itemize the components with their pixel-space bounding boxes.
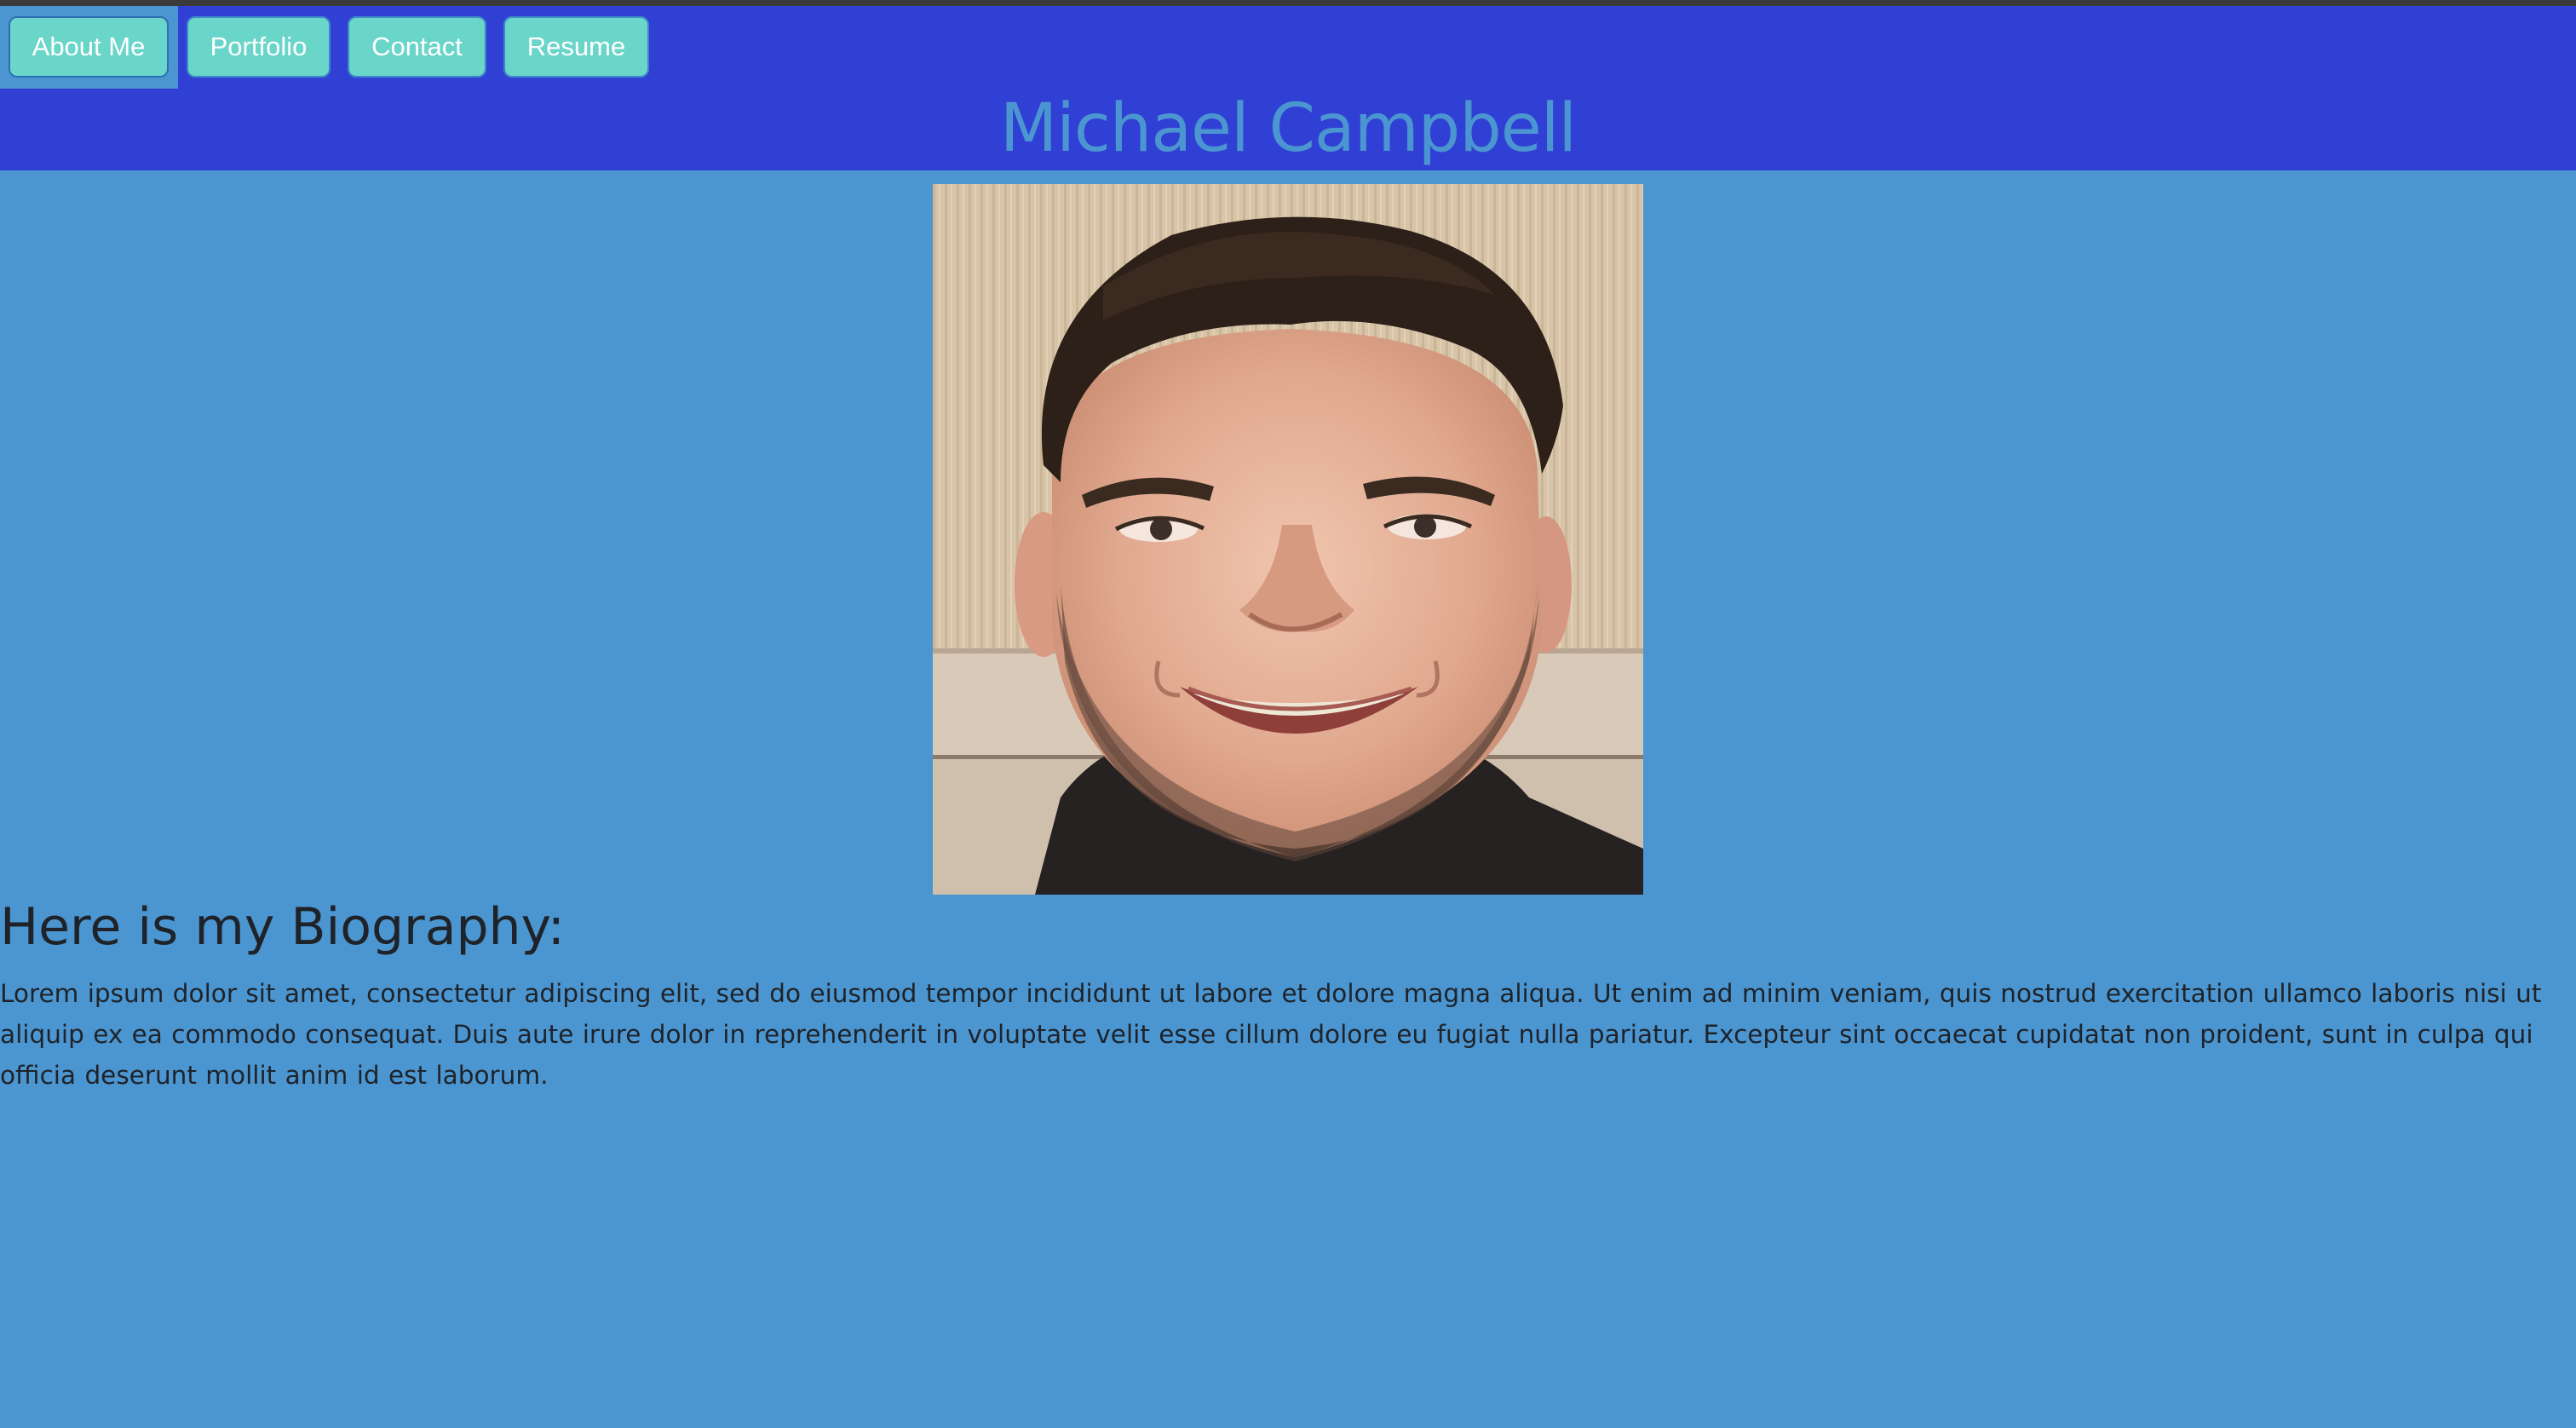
site-header: About Me Portfolio Contact Resume Michae… xyxy=(0,6,2576,170)
bio-text: Lorem ipsum dolor sit amet, consectetur … xyxy=(0,979,2542,1090)
nav-portfolio-button[interactable]: Portfolio xyxy=(187,16,331,78)
nav-resume-button[interactable]: Resume xyxy=(503,16,649,78)
nav-contact-button[interactable]: Contact xyxy=(348,16,486,78)
profile-photo xyxy=(933,184,1643,895)
page-title: Michael Campbell xyxy=(999,90,1577,167)
bio-heading: Here is my Biography: xyxy=(0,897,565,957)
window-top-border xyxy=(0,0,2576,6)
nav-about-me-button[interactable]: About Me xyxy=(9,16,169,78)
